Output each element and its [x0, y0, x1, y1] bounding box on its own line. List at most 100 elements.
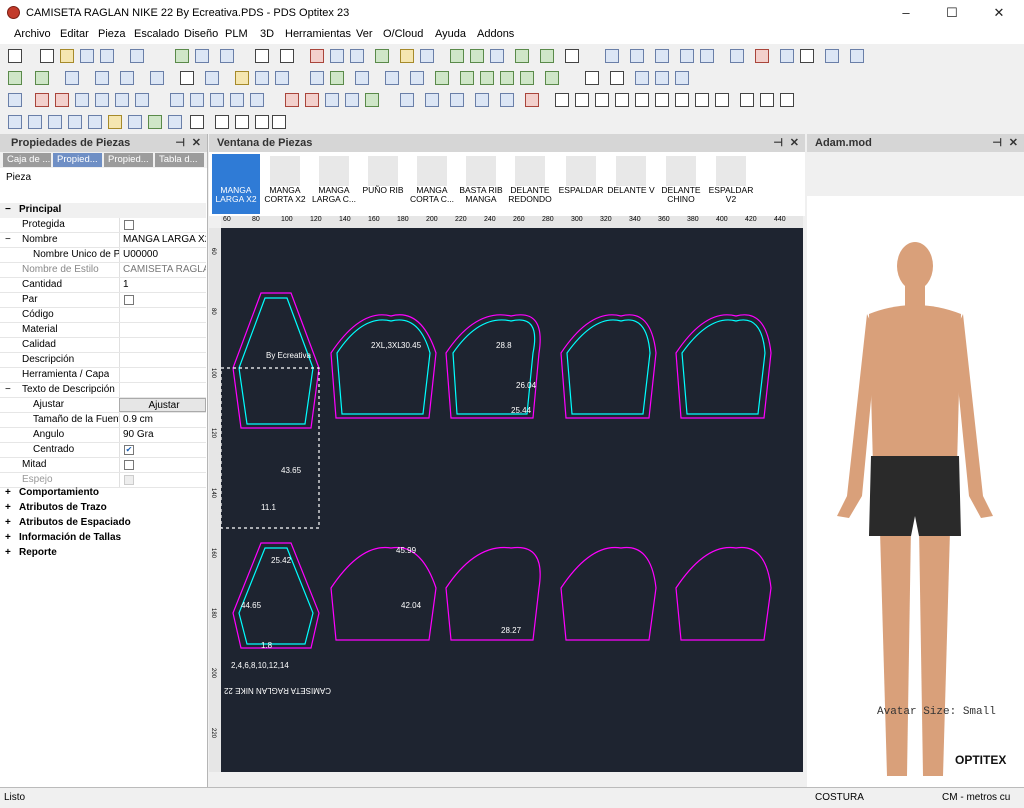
measure-icon[interactable]: [565, 49, 579, 63]
menu-ayuda[interactable]: Ayuda: [435, 28, 466, 40]
right-triangle-shape-icon[interactable]: [695, 93, 709, 107]
knife-icon[interactable]: [605, 49, 619, 63]
page-icon[interactable]: [585, 71, 599, 85]
square-shape-icon[interactable]: [555, 93, 569, 107]
wave-icon[interactable]: [275, 71, 289, 85]
piece-tool-19-icon[interactable]: [425, 93, 439, 107]
pin-icon[interactable]: ⊣: [773, 134, 783, 152]
menu-herramientas[interactable]: Herramientas: [285, 28, 351, 40]
piece-tool-18-icon[interactable]: [400, 93, 414, 107]
circle-shape-icon[interactable]: [780, 93, 794, 107]
line-tool-icon[interactable]: [450, 49, 464, 63]
scissors-icon[interactable]: [800, 49, 814, 63]
status-units[interactable]: CM - metros cu: [942, 792, 1010, 803]
descripcion-field[interactable]: [119, 353, 206, 367]
layers-icon[interactable]: [655, 71, 669, 85]
diamond-shape-icon[interactable]: [615, 93, 629, 107]
hexagon-shape-icon[interactable]: [740, 93, 754, 107]
trash-icon[interactable]: [310, 71, 324, 85]
table-view-2-icon[interactable]: [28, 115, 42, 129]
doc-3-icon[interactable]: [255, 115, 269, 129]
loop-icon[interactable]: [255, 71, 269, 85]
menu-plm[interactable]: PLM: [225, 28, 248, 40]
save-icon[interactable]: [80, 49, 94, 63]
section-informacion-tallas[interactable]: + Información de Tallas: [0, 531, 206, 546]
parallelogram-shape-icon[interactable]: [575, 93, 589, 107]
paste-icon[interactable]: [350, 49, 364, 63]
menu-addons[interactable]: Addons: [477, 28, 514, 40]
pentagon-shape-icon[interactable]: [715, 93, 729, 107]
trapezoid-shape-icon[interactable]: [595, 93, 609, 107]
piece-thumb[interactable]: DELANTE V: [607, 154, 655, 214]
table-view-icon[interactable]: [8, 115, 22, 129]
triangle-shape-icon[interactable]: [675, 93, 689, 107]
minimize-button[interactable]: –: [883, 0, 929, 26]
link-icon[interactable]: [205, 71, 219, 85]
copy-icon[interactable]: [330, 49, 344, 63]
piece-tool-17-icon[interactable]: [365, 93, 379, 107]
plot-icon[interactable]: [130, 49, 144, 63]
kite-shape-icon[interactable]: [655, 93, 669, 107]
piece-tool-5-icon[interactable]: [95, 93, 109, 107]
color-palette-icon[interactable]: [148, 115, 162, 129]
piece-tool-11-icon[interactable]: [230, 93, 244, 107]
box-icon[interactable]: [410, 71, 424, 85]
table-view-4-icon[interactable]: [68, 115, 82, 129]
pattern-canvas[interactable]: By Ecreativa 2XL,3XL 30.45 28.8 26.04 25…: [220, 228, 803, 772]
herramienta-field[interactable]: [119, 368, 206, 382]
pin-icon[interactable]: ⊣: [992, 134, 1002, 152]
rhombus-shape-icon[interactable]: [635, 93, 649, 107]
angulo-field[interactable]: 90 Gra: [119, 428, 206, 442]
piece-tool-2-icon[interactable]: [35, 93, 49, 107]
piece-tool-9-icon[interactable]: [190, 93, 204, 107]
triangle-icon[interactable]: [545, 71, 559, 85]
menu-editar[interactable]: Editar: [60, 28, 89, 40]
tab-propiedades-piezas[interactable]: Propied...: [53, 153, 102, 167]
close-icon[interactable]: ✕: [1009, 134, 1018, 152]
tab-tabla[interactable]: Tabla d...: [155, 153, 204, 167]
marker-icon[interactable]: [630, 49, 644, 63]
piece-tool-20-icon[interactable]: [450, 93, 464, 107]
piece-thumb[interactable]: MANGA LARGA C...: [310, 154, 358, 214]
sphere-icon[interactable]: [700, 49, 714, 63]
avatar-view[interactable]: Avatar Size: Small OPTITEX: [807, 196, 1024, 787]
open-folder-icon[interactable]: [60, 49, 74, 63]
doc-1-icon[interactable]: [215, 115, 229, 129]
redo-icon[interactable]: [280, 49, 294, 63]
mirror-icon[interactable]: [480, 71, 494, 85]
fill-icon[interactable]: [470, 49, 484, 63]
ruler-icon[interactable]: [490, 49, 504, 63]
menu-escalado[interactable]: Escalado: [134, 28, 179, 40]
help-icon[interactable]: [420, 49, 434, 63]
doc-4-icon[interactable]: [272, 115, 286, 129]
nombre-field[interactable]: MANGA LARGA X2: [119, 233, 206, 247]
fold-icon[interactable]: [780, 49, 794, 63]
grid-icon[interactable]: [680, 49, 694, 63]
doc-2-icon[interactable]: [235, 115, 249, 129]
piece-tool-7-icon[interactable]: [135, 93, 149, 107]
piece-tool-4-icon[interactable]: [75, 93, 89, 107]
cantidad-field[interactable]: 1: [119, 278, 206, 292]
undo-icon[interactable]: [255, 49, 269, 63]
piece-tool-15-icon[interactable]: [325, 93, 339, 107]
menu-ver[interactable]: Ver: [356, 28, 373, 40]
section-atributos-espaciado[interactable]: + Atributos de Espaciado: [0, 516, 206, 531]
flip-icon[interactable]: [500, 71, 514, 85]
close-button[interactable]: ✕: [976, 0, 1022, 26]
menu-diseno[interactable]: Diseño: [184, 28, 218, 40]
new-file-icon[interactable]: [40, 49, 54, 63]
piece-tool-13-icon[interactable]: [285, 93, 299, 107]
maximize-button[interactable]: ☐: [929, 0, 975, 26]
piece-tool-23-icon[interactable]: [525, 93, 539, 107]
protegida-checkbox[interactable]: [119, 218, 206, 232]
table-view-5-icon[interactable]: [88, 115, 102, 129]
refresh-icon[interactable]: [460, 71, 474, 85]
pen-icon[interactable]: [95, 71, 109, 85]
piece-tool-21-icon[interactable]: [475, 93, 489, 107]
nombre-unico-field[interactable]: U00000: [119, 248, 206, 262]
mitad-checkbox[interactable]: [119, 458, 206, 472]
close-icon[interactable]: ✕: [790, 134, 799, 152]
cut-icon[interactable]: [310, 49, 324, 63]
piece-thumb[interactable]: DELANTE CHINO: [657, 154, 705, 214]
font-size-field[interactable]: 0.9 cm: [119, 413, 206, 427]
